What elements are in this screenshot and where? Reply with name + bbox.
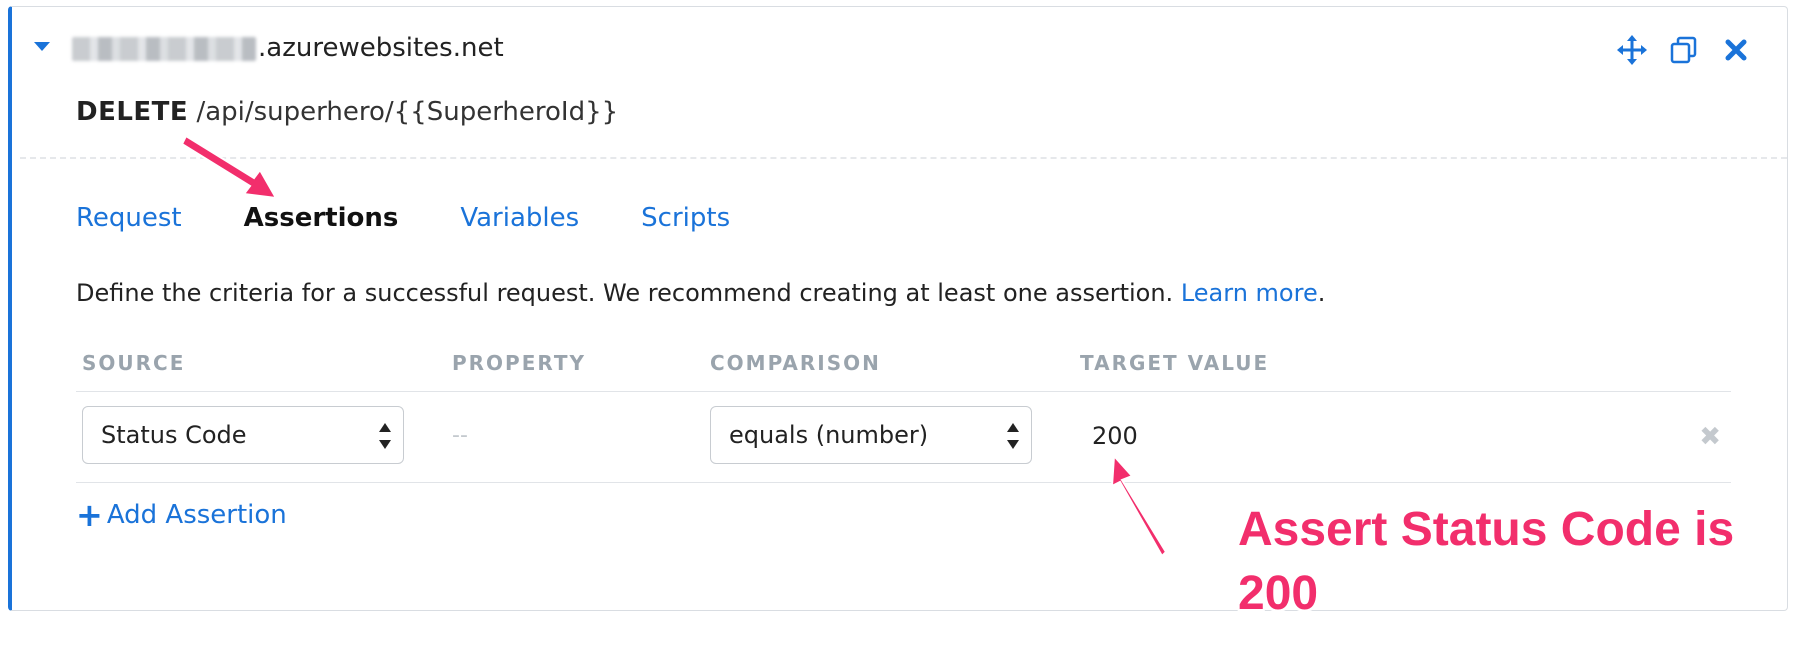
comparison-value: equals (number): [729, 421, 929, 449]
comparison-select[interactable]: equals (number): [710, 406, 1032, 464]
redacted-host-blur: [72, 37, 256, 61]
endpoint-path: /api/superhero/{{SuperheroId}}: [196, 97, 619, 127]
description-suffix: .: [1317, 279, 1326, 307]
add-assertion-button[interactable]: + Add Assertion: [76, 499, 287, 531]
property-value: --: [452, 423, 468, 448]
tab-assertions[interactable]: Assertions: [244, 203, 399, 233]
header-comparison: COMPARISON: [710, 351, 881, 375]
host-name: .azurewebsites.net: [258, 33, 504, 63]
plus-icon: +: [76, 496, 103, 534]
endpoint-line: DELETE /api/superhero/{{SuperheroId}}: [76, 97, 618, 127]
host-row: .azurewebsites.net: [12, 31, 1787, 71]
learn-more-link[interactable]: Learn more: [1181, 279, 1318, 307]
step-actions: [1617, 35, 1751, 65]
select-arrows-icon: [379, 423, 391, 449]
annotation-callout: Assert Status Code is 200: [1238, 503, 1735, 620]
select-arrows-icon: [1007, 423, 1019, 449]
description-text: Define the criteria for a successful req…: [76, 279, 1174, 307]
close-icon[interactable]: [1721, 35, 1751, 65]
section-divider: [20, 157, 1787, 159]
collapse-caret-icon[interactable]: [34, 42, 50, 51]
tab-scripts[interactable]: Scripts: [641, 203, 730, 233]
step-tabs: Request Assertions Variables Scripts: [76, 203, 730, 233]
header-property: PROPERTY: [452, 351, 587, 375]
assertion-row: Status Code -- equals (number) 200 ✖: [76, 392, 1731, 483]
remove-assertion-icon[interactable]: ✖: [1699, 422, 1721, 452]
tab-request[interactable]: Request: [76, 203, 182, 233]
add-assertion-label: Add Assertion: [106, 500, 287, 530]
move-icon[interactable]: [1617, 35, 1647, 65]
duplicate-icon[interactable]: [1669, 35, 1699, 65]
source-value: Status Code: [101, 421, 247, 449]
target-value-input[interactable]: 200: [1092, 422, 1138, 450]
source-select[interactable]: Status Code: [82, 406, 404, 464]
header-target-value: TARGET VALUE: [1080, 351, 1270, 375]
tab-variables[interactable]: Variables: [460, 203, 579, 233]
assertions-description: Define the criteria for a successful req…: [76, 279, 1325, 307]
header-source: SOURCE: [82, 351, 186, 375]
assertions-table-header: SOURCE PROPERTY COMPARISON TARGET VALUE: [76, 347, 1731, 392]
http-method: DELETE: [76, 97, 189, 127]
